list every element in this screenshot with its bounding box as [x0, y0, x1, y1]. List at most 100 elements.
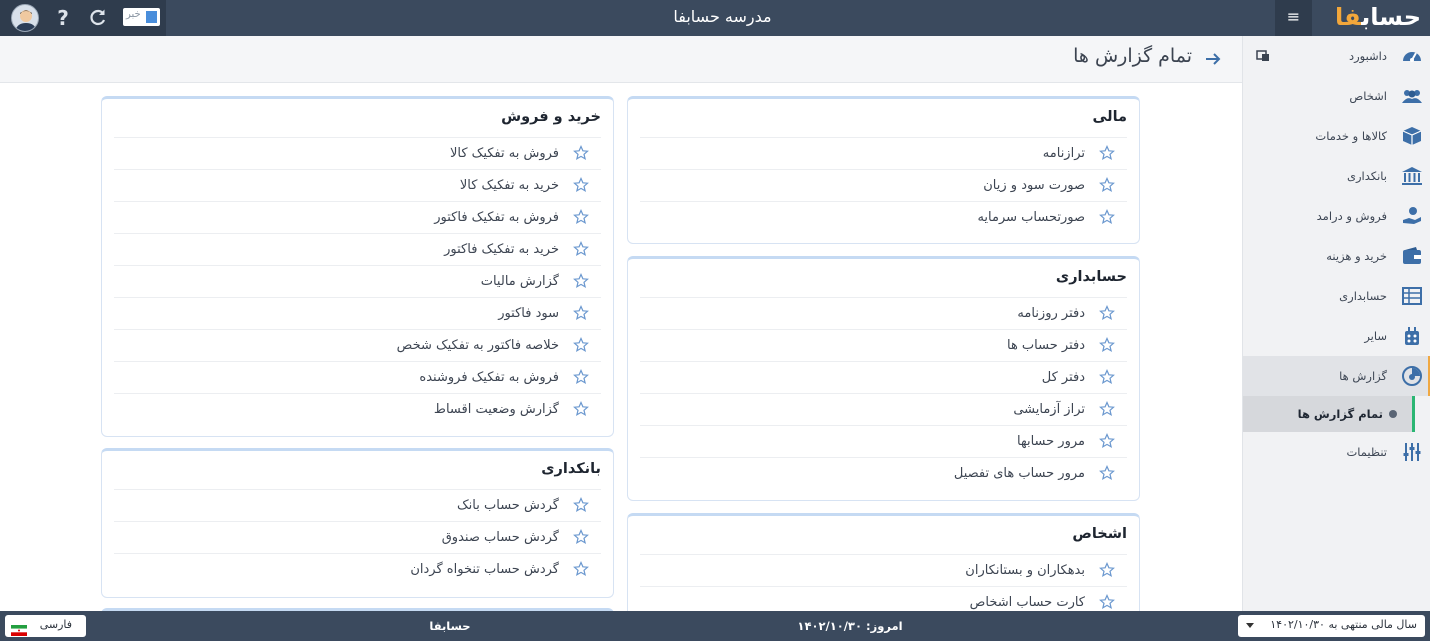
- sidebar-item-label: گزارش ها: [1339, 369, 1387, 383]
- star-icon[interactable]: [1099, 465, 1115, 481]
- report-link-label: گردش حساب بانک: [457, 498, 559, 513]
- report-link-cashbox-turnover[interactable]: گردش حساب صندوق: [114, 521, 601, 553]
- report-link-label: فروش به تفکیک کالا: [449, 146, 559, 161]
- top-bar: ? خبر مدرسه حسابفا ≡ حسابفا: [0, 0, 1430, 36]
- report-link-label: خرید به تفکیک فاکتور: [444, 242, 559, 257]
- fiscal-year-select[interactable]: سال مالی منتهی به ۱۴۰۲/۱۰/۳۰: [1238, 615, 1425, 637]
- star-icon[interactable]: [573, 177, 589, 193]
- star-icon[interactable]: [573, 273, 589, 289]
- star-icon[interactable]: [573, 369, 589, 385]
- report-link-label: تراز آزمایشی: [1013, 402, 1085, 417]
- star-icon[interactable]: [573, 305, 589, 321]
- report-link-purchases-by-invoice[interactable]: خرید به تفکیک فاکتور: [114, 233, 601, 265]
- report-link-accounts-book[interactable]: دفتر حساب ها: [640, 329, 1127, 361]
- report-card-financial: مالی ترازنامه صورت سود و زیان صورتحساب س…: [627, 96, 1140, 244]
- star-icon[interactable]: [573, 337, 589, 353]
- report-link-journal[interactable]: دفتر روزنامه: [640, 297, 1127, 329]
- report-link-tax-report[interactable]: گزارش مالیات: [114, 265, 601, 297]
- report-link-detail-accounts-review[interactable]: مرور حساب های تفصیل: [640, 457, 1127, 489]
- sidebar-item-other[interactable]: سایر: [1243, 316, 1430, 356]
- logo-accent: فا: [1334, 3, 1362, 31]
- sidebar-item-purchases[interactable]: خرید و هزینه: [1243, 236, 1430, 276]
- report-link-label: خلاصه فاکتور به تفکیک شخص: [396, 338, 559, 353]
- report-icon: [1401, 365, 1423, 387]
- report-link-sales-by-invoice[interactable]: فروش به تفکیک فاکتور: [114, 201, 601, 233]
- report-link-label: گزارش وضعیت اقساط: [433, 402, 559, 417]
- sidebar-item-sales[interactable]: فروش و درامد: [1243, 196, 1430, 236]
- star-icon[interactable]: [573, 401, 589, 417]
- sidebar: داشبورد اشخاص کالاها و خدمات بانکداری فر…: [1242, 36, 1430, 611]
- card-title: حسابداری: [1055, 269, 1127, 285]
- star-icon[interactable]: [573, 145, 589, 161]
- sidebar-item-label: داشبورد: [1348, 49, 1387, 63]
- refresh-icon[interactable]: [88, 7, 108, 29]
- star-icon[interactable]: [1099, 562, 1115, 578]
- sidebar-item-accounting[interactable]: حسابداری: [1243, 276, 1430, 316]
- star-icon[interactable]: [1099, 337, 1115, 353]
- news-toggle-label: خبر: [126, 9, 141, 20]
- sidebar-item-label: تنظیمات: [1346, 445, 1387, 459]
- language-select[interactable]: فارسی: [5, 615, 86, 637]
- sidebar-item-banking[interactable]: بانکداری: [1243, 156, 1430, 196]
- report-link-label: دفتر کل: [1041, 370, 1085, 385]
- report-link-balance-sheet[interactable]: ترازنامه: [640, 137, 1127, 169]
- report-link-label: مرور حسابها: [1017, 434, 1085, 449]
- help-icon[interactable]: ?: [53, 5, 73, 31]
- footer-brand: حسابفا: [429, 619, 471, 633]
- star-icon[interactable]: [573, 209, 589, 225]
- report-link-petty-cash-turnover[interactable]: گردش حساب تنخواه گردان: [114, 553, 601, 585]
- card-title: اشخاص: [1072, 526, 1127, 542]
- company-title: مدرسه حسابفا: [673, 7, 772, 26]
- sidebar-item-reports[interactable]: گزارش ها: [1243, 356, 1430, 396]
- star-icon[interactable]: [573, 561, 589, 577]
- star-icon[interactable]: [1099, 594, 1115, 610]
- star-icon[interactable]: [1099, 145, 1115, 161]
- star-icon[interactable]: [573, 241, 589, 257]
- report-card-buy-sell: خرید و فروش فروش به تفکیک کالا خرید به ت…: [101, 96, 614, 437]
- today-date: امروز: ۱۴۰۲/۱۰/۳۰: [797, 619, 903, 633]
- report-link-label: گزارش مالیات: [480, 274, 559, 289]
- fiscal-year-label: سال مالی منتهی به ۱۴۰۲/۱۰/۳۰: [1270, 618, 1417, 631]
- user-avatar[interactable]: [11, 4, 39, 32]
- star-icon[interactable]: [573, 497, 589, 513]
- active-dot-icon: [1389, 410, 1397, 418]
- star-icon[interactable]: [573, 529, 589, 545]
- news-toggle[interactable]: خبر: [123, 8, 160, 26]
- sidebar-item-label: کالاها و خدمات: [1315, 129, 1387, 143]
- report-link-bank-turnover[interactable]: گردش حساب بانک: [114, 489, 601, 521]
- report-link-capital-statement[interactable]: صورتحساب سرمایه: [640, 201, 1127, 233]
- star-icon[interactable]: [1099, 433, 1115, 449]
- sidebar-item-products[interactable]: کالاها و خدمات: [1243, 116, 1430, 156]
- report-link-purchases-by-product[interactable]: خرید به تفکیک کالا: [114, 169, 601, 201]
- report-link-invoice-profit[interactable]: سود فاکتور: [114, 297, 601, 329]
- logo-text: حساب: [1361, 3, 1421, 31]
- hamburger-menu-icon[interactable]: ≡: [1275, 0, 1312, 36]
- report-link-profit-loss[interactable]: صورت سود و زیان: [640, 169, 1127, 201]
- report-link-accounts-review[interactable]: مرور حسابها: [640, 425, 1127, 457]
- report-link-invoice-summary-by-person[interactable]: خلاصه فاکتور به تفکیک شخص: [114, 329, 601, 361]
- sidebar-item-settings[interactable]: تنظیمات: [1243, 432, 1430, 472]
- star-icon[interactable]: [1099, 401, 1115, 417]
- sidebar-item-label: خرید و هزینه: [1326, 249, 1387, 263]
- sidebar-item-label: سایر: [1364, 329, 1387, 343]
- report-link-trial-balance[interactable]: تراز آزمایشی: [640, 393, 1127, 425]
- news-toggle-knob: [146, 11, 157, 23]
- star-icon[interactable]: [1099, 305, 1115, 321]
- report-link-installments-status[interactable]: گزارش وضعیت اقساط: [114, 393, 601, 425]
- report-link-debtors-creditors[interactable]: بدهکاران و بستانکاران: [640, 554, 1127, 586]
- back-arrow-icon[interactable]: [1204, 51, 1222, 67]
- sidebar-item-dashboard[interactable]: داشبورد: [1243, 36, 1430, 76]
- sidebar-subitem-all-reports[interactable]: تمام گزارش ها: [1243, 396, 1415, 432]
- report-link-label: ترازنامه: [1042, 146, 1085, 161]
- star-icon[interactable]: [1099, 177, 1115, 193]
- report-link-label: فروش به تفکیک فروشنده: [419, 370, 559, 385]
- star-icon[interactable]: [1099, 369, 1115, 385]
- app-logo[interactable]: حسابفا: [1326, 3, 1421, 33]
- report-link-sales-by-seller[interactable]: فروش به تفکیک فروشنده: [114, 361, 601, 393]
- sidebar-item-people[interactable]: اشخاص: [1243, 76, 1430, 116]
- star-icon[interactable]: [1099, 209, 1115, 225]
- report-link-general-ledger[interactable]: دفتر کل: [640, 361, 1127, 393]
- report-link-sales-by-product[interactable]: فروش به تفکیک کالا: [114, 137, 601, 169]
- report-link-label: دفتر روزنامه: [1017, 306, 1085, 321]
- report-link-label: صورتحساب سرمایه: [977, 210, 1085, 225]
